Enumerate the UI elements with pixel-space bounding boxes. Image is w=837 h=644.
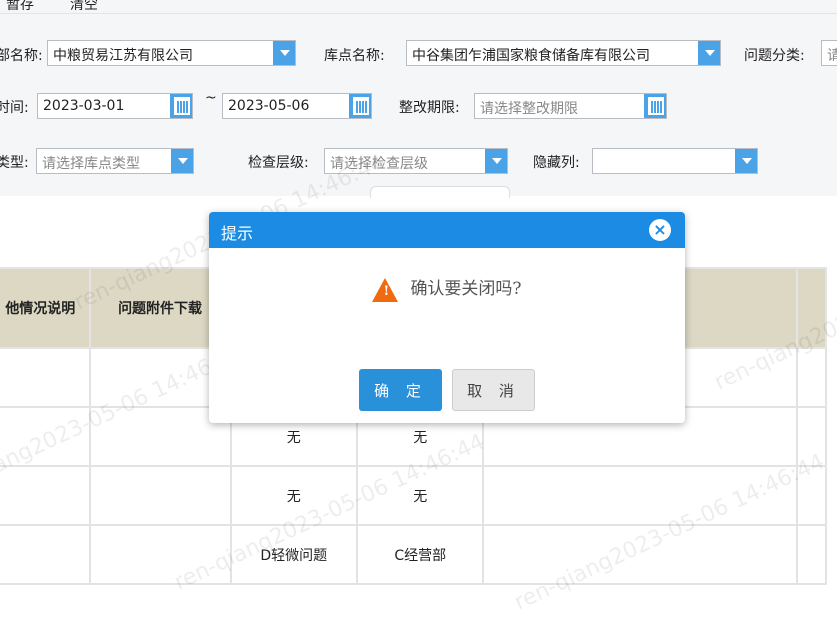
table-cell: C经营部: [355, 524, 485, 585]
type-select[interactable]: 请选择库点类型: [36, 148, 194, 174]
deadline-label: 整改期限:: [399, 100, 460, 116]
table-cell: [0, 406, 91, 467]
level-select[interactable]: 请选择检查层级: [324, 148, 508, 174]
date-to-value: 2023-05-06: [228, 98, 310, 114]
type-placeholder: 请选择库点类型: [42, 156, 140, 172]
deadline-placeholder: 请选择整改期限: [480, 101, 578, 117]
unit-label: 部名称:: [0, 48, 43, 64]
type-label: 类型:: [0, 155, 29, 171]
table-cell: D轻微问题: [229, 524, 359, 585]
calendar-icon[interactable]: [349, 94, 371, 118]
category-select[interactable]: 请: [821, 40, 837, 66]
chevron-down-icon[interactable]: [171, 149, 193, 173]
save-button[interactable]: 暂存: [6, 0, 34, 14]
table-cell: [88, 465, 232, 526]
table-cell: [0, 524, 91, 585]
level-label: 检查层级:: [248, 155, 309, 171]
confirm-dialog: 提示 × ! 确认要关闭吗? 确 定 取 消: [209, 212, 685, 423]
table-cell: 无: [229, 465, 359, 526]
close-icon[interactable]: ×: [649, 219, 671, 241]
cancel-button[interactable]: 取 消: [452, 369, 535, 411]
dialog-message-text: 确认要关闭吗?: [410, 279, 522, 299]
filter-panel: 部名称: 中粮贸易江苏有限公司 库点名称: 中谷集团乍浦国家粮食储备库有限公司 …: [0, 14, 837, 196]
clear-button[interactable]: 清空: [70, 0, 98, 14]
calendar-icon[interactable]: [644, 94, 666, 118]
chevron-down-icon[interactable]: [735, 149, 757, 173]
warning-icon: !: [372, 277, 399, 302]
category-placeholder: 请: [827, 48, 837, 64]
chevron-down-icon[interactable]: [273, 41, 295, 65]
date-separator: ~: [205, 90, 217, 106]
table-cell: [796, 524, 827, 585]
deadline-input[interactable]: 请选择整改期限: [474, 93, 667, 119]
chevron-down-icon[interactable]: [698, 41, 720, 65]
table-cell: [796, 406, 827, 467]
calendar-icon[interactable]: [170, 94, 192, 118]
confirm-button[interactable]: 确 定: [359, 369, 442, 411]
dialog-title: 提示: [221, 224, 254, 243]
dialog-header: 提示 ×: [209, 212, 685, 248]
depot-label: 库点名称:: [324, 48, 385, 64]
toolbar: 暂存 清空: [0, 0, 837, 14]
category-label: 问题分类:: [744, 48, 805, 64]
column-header: [796, 267, 827, 349]
level-placeholder: 请选择检查层级: [330, 156, 428, 172]
unit-select[interactable]: 中粮贸易江苏有限公司: [47, 40, 296, 66]
date-from-input[interactable]: 2023-03-01: [37, 93, 193, 119]
hidden-columns-label: 隐藏列:: [533, 155, 580, 171]
time-label: 时间:: [0, 100, 29, 116]
date-to-input[interactable]: 2023-05-06: [222, 93, 372, 119]
table-cell: 无: [355, 465, 485, 526]
table-cell: [0, 465, 91, 526]
depot-value: 中谷集团乍浦国家粮食储备库有限公司: [412, 48, 650, 64]
chevron-down-icon[interactable]: [485, 149, 507, 173]
unit-value: 中粮贸易江苏有限公司: [53, 48, 193, 64]
table-cell: [796, 465, 827, 526]
table-row[interactable]: 无无: [0, 465, 827, 526]
table-cell: [482, 524, 799, 585]
table-cell: [0, 347, 91, 408]
dialog-message: ! 确认要关闭吗?: [209, 274, 685, 302]
collapse-filter-toggle[interactable]: [370, 186, 510, 198]
column-header: 他情况说明: [0, 267, 91, 349]
table-cell: [796, 347, 827, 408]
table-cell: [88, 524, 232, 585]
table-cell: [482, 465, 799, 526]
depot-select[interactable]: 中谷集团乍浦国家粮食储备库有限公司: [406, 40, 721, 66]
hidden-columns-select[interactable]: [592, 148, 758, 174]
date-from-value: 2023-03-01: [43, 98, 125, 114]
table-row[interactable]: D轻微问题 C经营部: [0, 524, 827, 585]
